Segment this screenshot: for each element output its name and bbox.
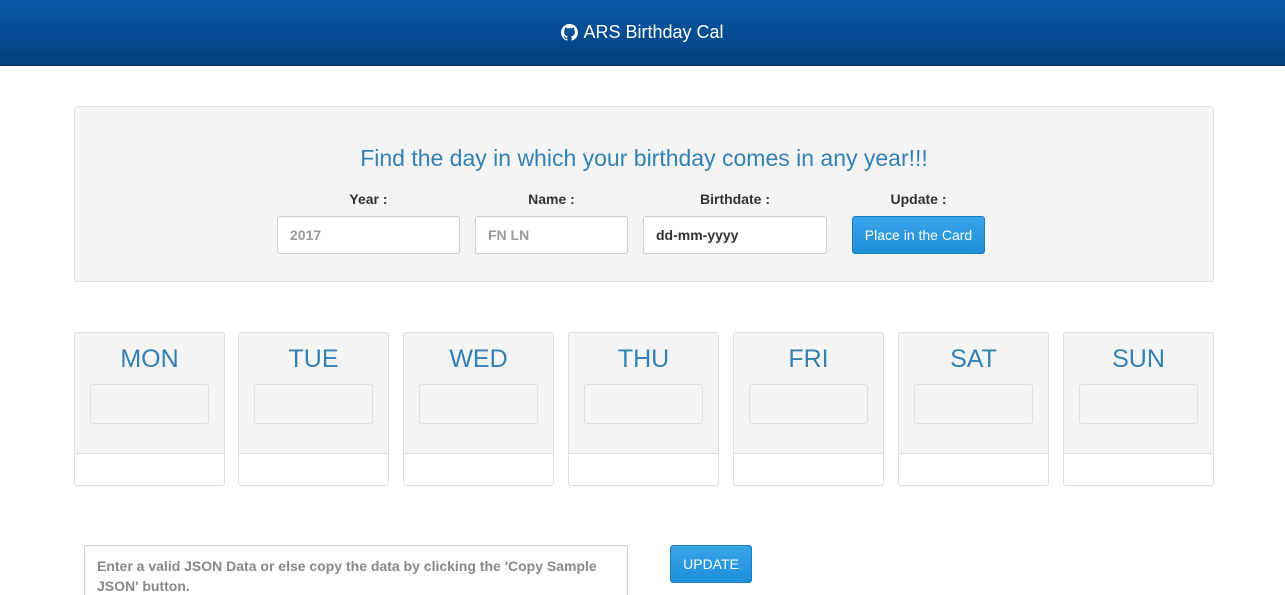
day-name: SAT <box>950 345 997 373</box>
day-slot <box>1079 384 1198 424</box>
day-slot <box>90 384 209 424</box>
json-textarea[interactable]: Enter a valid JSON Data or else copy the… <box>84 545 628 595</box>
day-name: WED <box>449 345 508 373</box>
year-input[interactable]: 2017 <box>277 216 460 254</box>
name-input[interactable]: FN LN <box>475 216 628 254</box>
day-slot <box>419 384 538 424</box>
day-card-thu: THU <box>568 332 719 486</box>
day-slot <box>254 384 373 424</box>
navbar: ARS Birthday Cal <box>0 0 1285 66</box>
brand-link[interactable]: ARS Birthday Cal <box>561 22 724 43</box>
day-card-wed: WED <box>403 332 554 486</box>
day-card-tue: TUE <box>238 332 389 486</box>
day-slot <box>584 384 703 424</box>
day-slot <box>914 384 1033 424</box>
day-name: TUE <box>288 345 339 373</box>
github-icon <box>561 24 579 41</box>
day-name: SUN <box>1112 345 1165 373</box>
day-name: MON <box>120 345 179 373</box>
day-card-sun: SUN <box>1063 332 1214 486</box>
day-name: FRI <box>788 345 829 373</box>
birthdate-label: Birthdate : <box>700 191 770 207</box>
update-label: Update : <box>890 191 947 207</box>
birthday-form-panel: Find the day in which your birthday come… <box>74 106 1214 282</box>
day-slot <box>749 384 868 424</box>
day-name: THU <box>617 345 670 373</box>
birthdate-input[interactable]: dd-mm-yyyy <box>643 216 827 254</box>
name-label: Name : <box>528 191 575 207</box>
place-in-card-button[interactable]: Place in the Card <box>852 216 985 254</box>
update-json-button[interactable]: UPDATE <box>670 545 752 583</box>
form-heading: Find the day in which your birthday come… <box>360 145 928 171</box>
day-card-sat: SAT <box>898 332 1049 486</box>
day-card-mon: MON <box>74 332 225 486</box>
day-card-fri: FRI <box>733 332 884 486</box>
app-title: ARS Birthday Cal <box>583 22 724 42</box>
year-label: Year : <box>349 191 388 207</box>
